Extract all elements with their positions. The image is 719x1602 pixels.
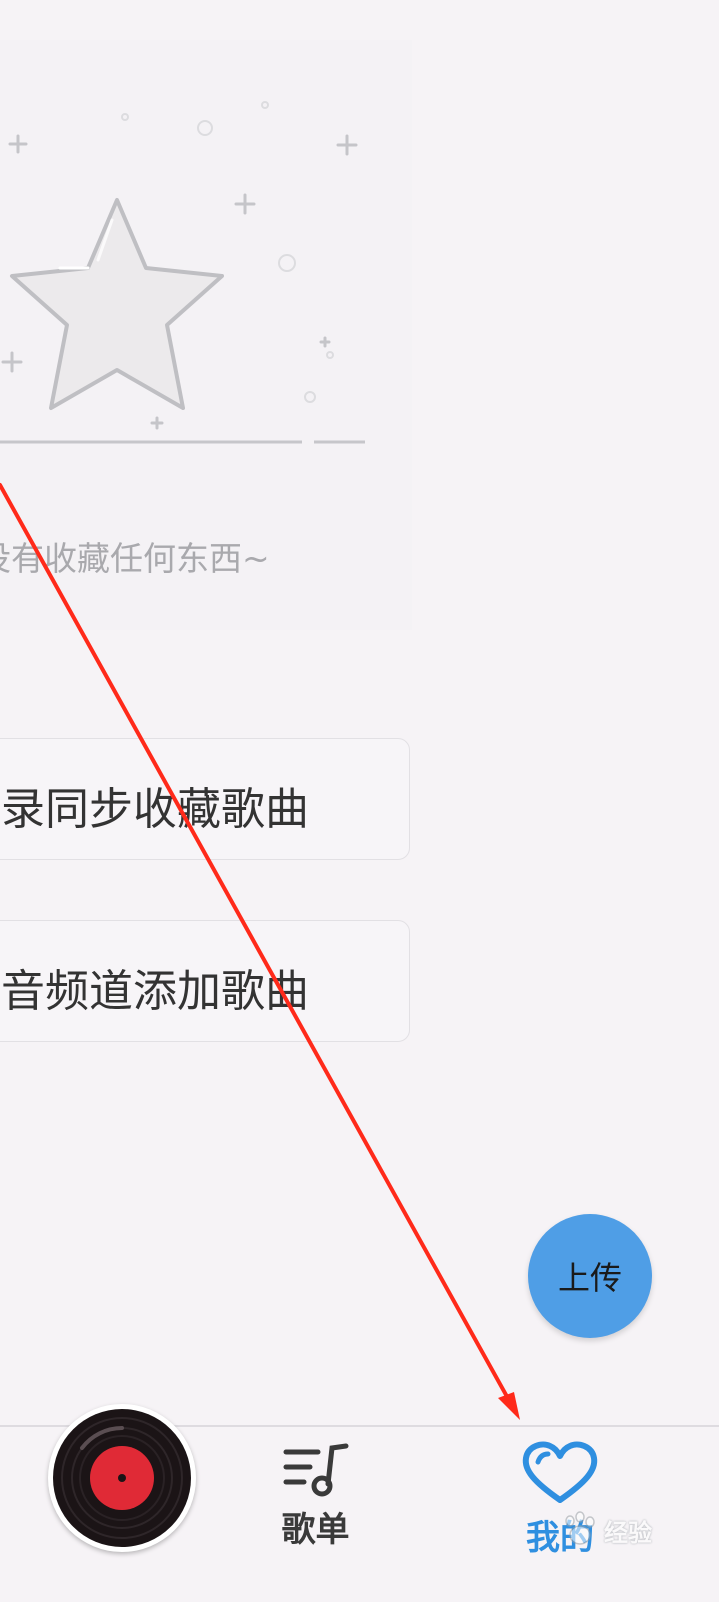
sync-favorites-label: 录同步收藏歌曲 <box>1 784 309 835</box>
empty-favorites-message: 没有收藏任何东西~ <box>0 539 270 578</box>
paw-logo-icon <box>565 1511 595 1545</box>
add-from-channel-button[interactable]: 音频道添加歌曲 <box>0 920 410 1042</box>
tab-playlist[interactable]: 歌单 <box>268 1440 363 1551</box>
add-from-channel-label: 音频道添加歌曲 <box>1 966 309 1017</box>
watermark-text: 经验 <box>604 1518 652 1547</box>
upload-label: 上传 <box>557 1259 622 1297</box>
now-playing-disc-button[interactable] <box>48 1404 196 1552</box>
star-icon <box>10 198 224 410</box>
playlist-music-icon <box>283 1443 348 1497</box>
upload-button[interactable]: 上传 <box>528 1214 652 1338</box>
sync-favorites-button[interactable]: 录同步收藏歌曲 <box>0 738 410 860</box>
empty-star-illustration <box>0 101 365 444</box>
tab-playlist-label: 歌单 <box>281 1510 350 1550</box>
heart-icon <box>522 1441 598 1503</box>
vinyl-record-icon <box>53 1409 191 1547</box>
baidu-jingyan-watermark: 经验 <box>560 1500 710 1560</box>
